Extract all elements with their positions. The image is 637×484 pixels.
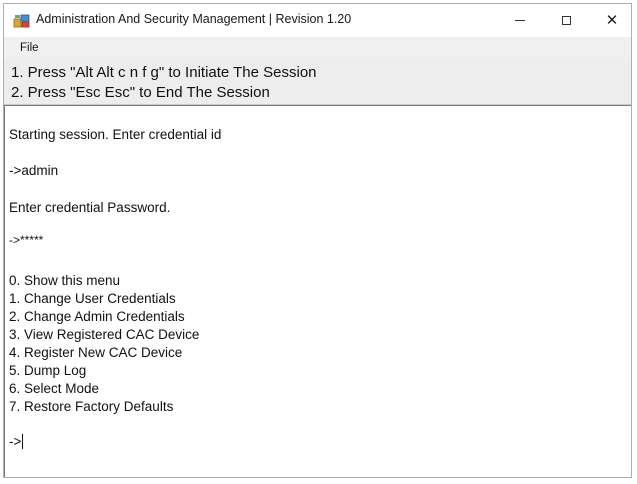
menu-option-4: 4. Register New CAC Device [9,345,183,360]
prompt-symbol: -> [9,434,22,449]
menu-option-6: 6. Select Mode [9,381,100,396]
minimize-icon [515,19,525,21]
minimize-button[interactable] [497,4,543,36]
menu-option-5: 5. Dump Log [9,363,87,378]
title-bar[interactable]: Administration And Security Management |… [4,4,631,37]
console-line: ->***** [9,233,44,247]
menu-file[interactable]: File [20,42,39,54]
menu-option-1: 1. Change User Credentials [9,291,176,306]
app-window: Administration And Security Management |… [3,3,632,478]
app-icon [13,13,31,29]
console-line: Starting session. Enter credential id [9,127,222,142]
maximize-button[interactable] [543,4,589,36]
menu-option-0: 0. Show this menu [9,273,121,288]
instruction-line-1: 1. Press "Alt Alt c n f g" to Initiate T… [11,64,317,81]
console-line: Enter credential Password. [9,200,171,215]
menu-option-2: 2. Change Admin Credentials [9,309,185,324]
menu-option-3: 3. View Registered CAC Device [9,327,200,342]
input-prompt[interactable]: -> [9,434,24,449]
close-button[interactable]: ✕ [589,4,635,36]
window-title: Administration And Security Management |… [36,12,352,26]
instructions-panel: 1. Press "Alt Alt c n f g" to Initiate T… [4,59,631,105]
text-cursor [22,434,24,449]
close-icon: ✕ [605,12,619,29]
menu-option-7: 7. Restore Factory Defaults [9,399,174,414]
console-output[interactable]: Starting session. Enter credential id ->… [4,105,631,477]
console-line: ->admin [9,163,59,178]
maximize-icon [561,15,571,25]
menu-bar: File [4,37,631,59]
instruction-line-2: 2. Press "Esc Esc" to End The Session [11,84,270,101]
